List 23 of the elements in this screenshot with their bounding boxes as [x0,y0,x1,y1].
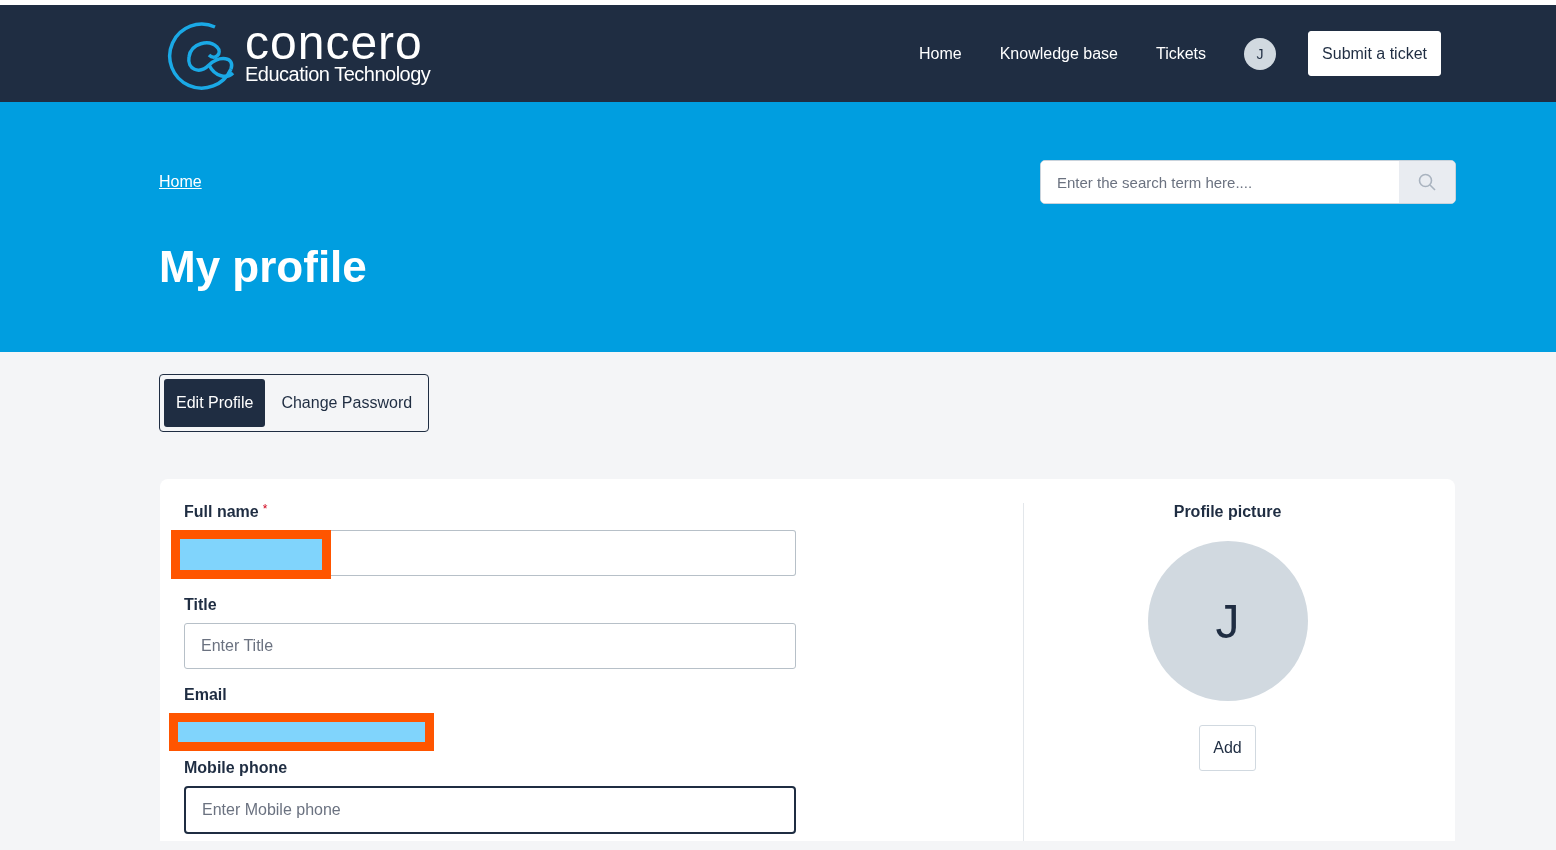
user-avatar[interactable]: J [1244,37,1277,70]
input-field[interactable]: Enter Title [184,623,796,669]
field-label: Mobile phone [184,759,288,778]
tab[interactable]: Change Password [269,379,425,427]
logo-wordmark: concero [245,22,423,63]
field-label: Title [184,596,217,615]
section-heading: Profile picture [1173,503,1282,522]
page-title: My profile [159,242,368,292]
input-field[interactable] [331,530,796,576]
input-field[interactable]: Enter Mobile phone [184,786,796,834]
nav-link[interactable]: Home [919,44,962,63]
field-label: Full name [184,503,259,522]
search-icon[interactable] [1418,173,1436,191]
search-field[interactable]: Enter the search term here.... [1040,160,1456,204]
logo-tagline: Education Technology [245,62,431,85]
profile-avatar: J [1147,541,1308,701]
add-picture-button[interactable]: Add [1199,725,1256,771]
required-mark: * [262,503,268,515]
nav-link[interactable]: Tickets [1156,44,1207,63]
nav-link[interactable]: Knowledge base [999,44,1118,63]
tab[interactable]: Edit Profile [164,379,266,427]
submit-ticket-button[interactable]: Submit a ticket [1308,31,1441,76]
field-label: Email [184,686,227,705]
